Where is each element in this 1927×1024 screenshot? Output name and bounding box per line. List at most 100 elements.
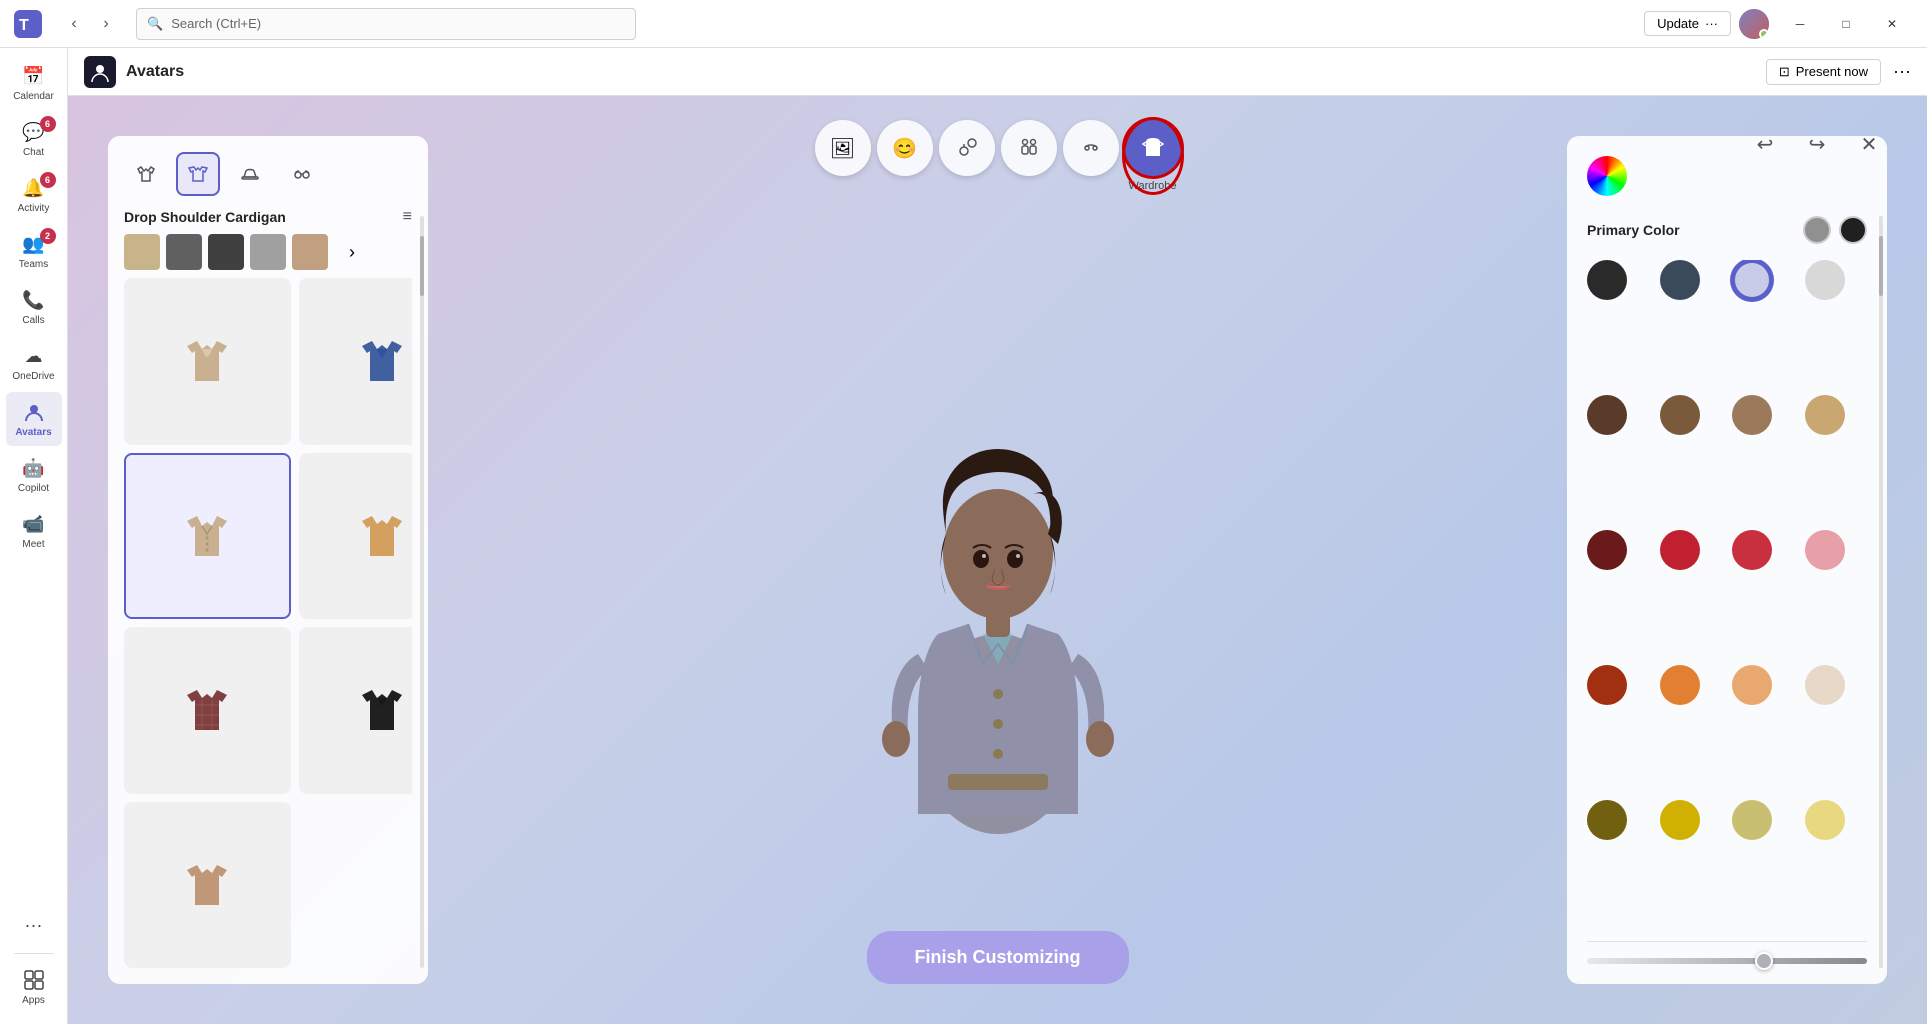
color-grid [1587, 260, 1867, 925]
present-icon: ⊡ [1779, 64, 1790, 80]
window-controls: ─ □ ✕ [1777, 8, 1915, 40]
sidebar-item-more[interactable]: ··· [6, 905, 62, 945]
wardrobe-label: Wardrobe [1129, 180, 1177, 192]
preview-thumb-1[interactable] [124, 234, 160, 270]
clothing-item-2[interactable] [299, 278, 413, 445]
sidebar-item-copilot[interactable]: 🤖 Copilot [6, 448, 62, 502]
header-more-button[interactable]: ··· [1893, 61, 1911, 82]
sidebar-item-apps[interactable]: Apps [6, 960, 62, 1014]
preview-thumb-3[interactable] [208, 234, 244, 270]
sidebar-item-teams[interactable]: 👥 Teams 2 [6, 224, 62, 278]
wardrobe-tab-tops[interactable] [124, 152, 168, 196]
sidebar-item-onedrive[interactable]: ☁ OneDrive [6, 336, 62, 390]
wardrobe-scrollbar[interactable] [420, 216, 424, 968]
color-pink[interactable] [1805, 530, 1845, 570]
color-slider-thumb[interactable] [1755, 952, 1773, 970]
sidebar-label-calendar: Calendar [13, 91, 54, 102]
activity-badge: 6 [40, 172, 56, 188]
content-area: Avatars ⊡ Present now ··· 🖼 😊 [68, 48, 1927, 1024]
clothing-item-5[interactable] [299, 453, 413, 620]
color-dark-yellow[interactable] [1587, 800, 1627, 840]
sidebar-item-activity[interactable]: 🔔 Activity 6 [6, 168, 62, 222]
filter-icon[interactable]: ≡ [403, 208, 412, 226]
calls-icon: 📞 [22, 288, 46, 312]
close-editor-button[interactable]: ✕ [1851, 126, 1887, 162]
update-button[interactable]: Update ··· [1644, 11, 1731, 36]
preview-thumb-4[interactable] [250, 234, 286, 270]
clothing-item-10[interactable] [124, 802, 291, 969]
undo-button[interactable]: ↩ [1747, 126, 1783, 162]
toolbar-face-button[interactable]: 😊 [877, 120, 933, 176]
clothing-item-4[interactable] [124, 453, 291, 620]
preview-more[interactable]: › [334, 234, 370, 270]
toolbar-template-button[interactable]: 🖼 [815, 120, 871, 176]
color-scrollbar[interactable] [1879, 216, 1883, 968]
color-orange[interactable] [1660, 665, 1700, 705]
clothing-item-7[interactable] [124, 627, 291, 794]
color-pale-yellow[interactable] [1805, 800, 1845, 840]
color-dark-red[interactable] [1587, 530, 1627, 570]
color-preset-gray[interactable] [1803, 216, 1831, 244]
user-avatar[interactable] [1739, 9, 1769, 39]
sidebar-item-calls[interactable]: 📞 Calls [6, 280, 62, 334]
color-light-orange[interactable] [1732, 665, 1772, 705]
color-dark-blue-gray[interactable] [1660, 260, 1700, 300]
finish-customizing-button[interactable]: Finish Customizing [867, 931, 1129, 984]
clothing-item-8[interactable] [299, 627, 413, 794]
wardrobe-tab-hats[interactable] [228, 152, 272, 196]
color-panel: Primary Color [1567, 136, 1887, 984]
search-bar[interactable]: 🔍 Search (Ctrl+E) [136, 8, 636, 40]
toolbar-accessories-button[interactable] [1063, 120, 1119, 176]
sidebar-item-calendar[interactable]: 📅 Calendar [6, 56, 62, 110]
color-yellow[interactable] [1660, 800, 1700, 840]
color-slider-wrapper [1587, 941, 1867, 964]
wardrobe-tab-accessories[interactable] [280, 152, 324, 196]
forward-button[interactable]: › [92, 10, 120, 38]
sidebar-item-avatars[interactable]: Avatars [6, 392, 62, 446]
sidebar-label-apps: Apps [22, 995, 45, 1006]
back-button[interactable]: ‹ [60, 10, 88, 38]
color-light-yellow[interactable] [1732, 800, 1772, 840]
clothing-grid [124, 278, 412, 968]
clothing-preview-row: › [124, 234, 412, 270]
wardrobe-tabs [124, 152, 412, 196]
onedrive-icon: ☁ [22, 344, 46, 368]
toolbar-body-button[interactable] [1001, 120, 1057, 176]
sidebar-item-meet[interactable]: 📹 Meet [6, 504, 62, 558]
titlebar-right: Update ··· ─ □ ✕ [1644, 8, 1915, 40]
sidebar-label-avatars: Avatars [15, 427, 51, 438]
color-rust[interactable] [1587, 665, 1627, 705]
sidebar-divider [14, 953, 54, 954]
close-button[interactable]: ✕ [1869, 8, 1915, 40]
minimize-button[interactable]: ─ [1777, 8, 1823, 40]
preview-thumb-2[interactable] [166, 234, 202, 270]
color-medium-brown[interactable] [1660, 395, 1700, 435]
color-red[interactable] [1660, 530, 1700, 570]
color-dark-brown[interactable] [1587, 395, 1627, 435]
color-light-gray[interactable] [1805, 260, 1845, 300]
sidebar-item-chat[interactable]: 💬 Chat 6 [6, 112, 62, 166]
color-light-brown[interactable] [1732, 395, 1772, 435]
color-tan[interactable] [1805, 395, 1845, 435]
wardrobe-tab-jackets[interactable] [176, 152, 220, 196]
color-light-purple[interactable] [1732, 260, 1772, 300]
redo-button[interactable]: ↪ [1799, 126, 1835, 162]
color-bright-red[interactable] [1732, 530, 1772, 570]
color-dark-gray[interactable] [1587, 260, 1627, 300]
avatars-icon [22, 400, 46, 424]
toolbar-gender-button[interactable] [939, 120, 995, 176]
wardrobe-scrollbar-thumb [420, 236, 424, 296]
preview-thumb-5[interactable] [292, 234, 328, 270]
teams-logo: T [12, 8, 44, 40]
sidebar-label-chat: Chat [23, 147, 44, 158]
nav-controls: ‹ › [60, 10, 120, 38]
color-cream[interactable] [1805, 665, 1845, 705]
search-placeholder: Search (Ctrl+E) [171, 16, 261, 31]
color-preset-black[interactable] [1839, 216, 1867, 244]
maximize-button[interactable]: □ [1823, 8, 1869, 40]
clothing-item-1[interactable] [124, 278, 291, 445]
color-slider[interactable] [1587, 958, 1867, 964]
svg-text:T: T [19, 17, 29, 34]
present-now-button[interactable]: ⊡ Present now [1766, 59, 1881, 85]
toolbar-wardrobe-button[interactable] [1125, 120, 1181, 176]
